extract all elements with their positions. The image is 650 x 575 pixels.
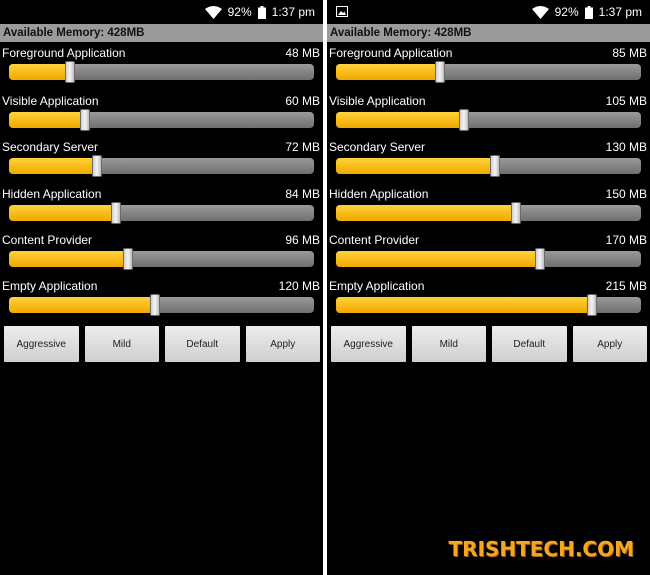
- slider-row-secondary-server: Secondary Server 72 MB: [0, 140, 323, 184]
- slider-value: 96 MB: [285, 233, 320, 247]
- slider-thumb[interactable]: [489, 155, 500, 177]
- secondary-server-slider[interactable]: [336, 155, 641, 177]
- clock: 1:37 pm: [271, 5, 315, 19]
- slider-label: Content Provider: [2, 233, 93, 247]
- slider-thumb[interactable]: [587, 294, 598, 316]
- slider-thumb[interactable]: [510, 202, 521, 224]
- slider-fill: [9, 112, 86, 128]
- slider-value: 215 MB: [605, 279, 647, 293]
- slider-value: 130 MB: [605, 140, 647, 154]
- slider-label: Secondary Server: [2, 140, 99, 154]
- available-memory-header: Available Memory: 428MB: [0, 24, 323, 42]
- hidden-slider[interactable]: [336, 202, 641, 224]
- slider-row-secondary-server: Secondary Server 130 MB: [327, 140, 650, 184]
- slider-value: 105 MB: [605, 94, 647, 108]
- slider-row-visible: Visible Application 60 MB: [0, 94, 323, 138]
- empty-slider[interactable]: [9, 294, 314, 316]
- visible-slider[interactable]: [9, 109, 314, 131]
- slider-label: Content Provider: [329, 233, 420, 247]
- foreground-slider[interactable]: [9, 61, 314, 83]
- battery-icon: [257, 5, 266, 19]
- slider-value: 84 MB: [285, 187, 320, 201]
- slider-thumb[interactable]: [535, 248, 546, 270]
- slider-fill: [336, 205, 516, 221]
- slider-fill: [336, 158, 495, 174]
- slider-thumb[interactable]: [434, 61, 445, 83]
- slider-label: Secondary Server: [329, 140, 426, 154]
- slider-fill: [9, 205, 116, 221]
- status-bar: 92% 1:37 pm: [0, 0, 323, 24]
- slider-value: 48 MB: [285, 46, 320, 60]
- slider-thumb[interactable]: [92, 155, 103, 177]
- slider-fill: [336, 64, 440, 80]
- foreground-slider[interactable]: [336, 61, 641, 83]
- battery-percent: 92%: [227, 5, 252, 19]
- preset-buttons: Aggressive Mild Default Apply: [331, 326, 647, 362]
- content-provider-slider[interactable]: [336, 248, 641, 270]
- slider-value: 85 MB: [612, 46, 647, 60]
- slider-thumb[interactable]: [122, 248, 133, 270]
- battery-icon: [584, 5, 593, 19]
- slider-fill: [9, 64, 70, 80]
- slider-fill: [336, 251, 541, 267]
- hidden-slider[interactable]: [9, 202, 314, 224]
- slider-label: Hidden Application: [2, 187, 102, 201]
- screen-right: 92% 1:37 pm Available Memory: 428MB Fore…: [327, 0, 650, 575]
- slider-thumb[interactable]: [150, 294, 161, 316]
- gallery-icon: [336, 6, 348, 17]
- wifi-icon: [531, 5, 549, 19]
- empty-slider[interactable]: [336, 294, 641, 316]
- preset-buttons: Aggressive Mild Default Apply: [4, 326, 320, 362]
- available-memory-header: Available Memory: 428MB: [327, 24, 650, 42]
- slider-fill: [9, 251, 128, 267]
- visible-slider[interactable]: [336, 109, 641, 131]
- mild-button[interactable]: Mild: [84, 326, 159, 362]
- default-button[interactable]: Default: [492, 326, 567, 362]
- slider-value: 120 MB: [278, 279, 320, 293]
- slider-fill: [336, 297, 593, 313]
- slider-label: Foreground Application: [329, 46, 453, 60]
- slider-row-hidden: Hidden Application 84 MB: [0, 187, 323, 231]
- slider-value: 150 MB: [605, 187, 647, 201]
- slider-row-empty: Empty Application 215 MB: [327, 279, 650, 323]
- apply-button[interactable]: Apply: [572, 326, 647, 362]
- aggressive-button[interactable]: Aggressive: [331, 326, 406, 362]
- slider-label: Hidden Application: [329, 187, 429, 201]
- slider-label: Empty Application: [2, 279, 98, 293]
- content-provider-slider[interactable]: [9, 248, 314, 270]
- slider-label: Visible Application: [329, 94, 426, 108]
- slider-row-empty: Empty Application 120 MB: [0, 279, 323, 323]
- slider-label: Empty Application: [329, 279, 425, 293]
- slider-row-hidden: Hidden Application 150 MB: [327, 187, 650, 231]
- clock: 1:37 pm: [598, 5, 642, 19]
- slider-value: 60 MB: [285, 94, 320, 108]
- slider-value: 72 MB: [285, 140, 320, 154]
- slider-row-content-provider: Content Provider 170 MB: [327, 233, 650, 277]
- slider-thumb[interactable]: [459, 109, 470, 131]
- slider-row-visible: Visible Application 105 MB: [327, 94, 650, 138]
- slider-thumb[interactable]: [110, 202, 121, 224]
- slider-fill: [9, 297, 156, 313]
- slider-thumb[interactable]: [65, 61, 75, 83]
- wifi-icon: [204, 5, 222, 19]
- mild-button[interactable]: Mild: [411, 326, 486, 362]
- battery-percent: 92%: [554, 5, 579, 19]
- trishtech-watermark: TRISHTECH.COM: [448, 537, 634, 561]
- slider-label: Visible Application: [2, 94, 99, 108]
- slider-row-content-provider: Content Provider 96 MB: [0, 233, 323, 277]
- apply-button[interactable]: Apply: [245, 326, 320, 362]
- aggressive-button[interactable]: Aggressive: [4, 326, 79, 362]
- default-button[interactable]: Default: [165, 326, 240, 362]
- slider-fill: [9, 158, 98, 174]
- status-bar: 92% 1:37 pm: [327, 0, 650, 24]
- slider-row-foreground: Foreground Application 85 MB: [327, 46, 650, 90]
- screen-left: 92% 1:37 pm Available Memory: 428MB Fore…: [0, 0, 323, 575]
- slider-thumb[interactable]: [80, 109, 91, 131]
- slider-label: Foreground Application: [2, 46, 126, 60]
- slider-value: 170 MB: [605, 233, 647, 247]
- secondary-server-slider[interactable]: [9, 155, 314, 177]
- slider-fill: [336, 112, 465, 128]
- slider-row-foreground: Foreground Application 48 MB: [0, 46, 323, 90]
